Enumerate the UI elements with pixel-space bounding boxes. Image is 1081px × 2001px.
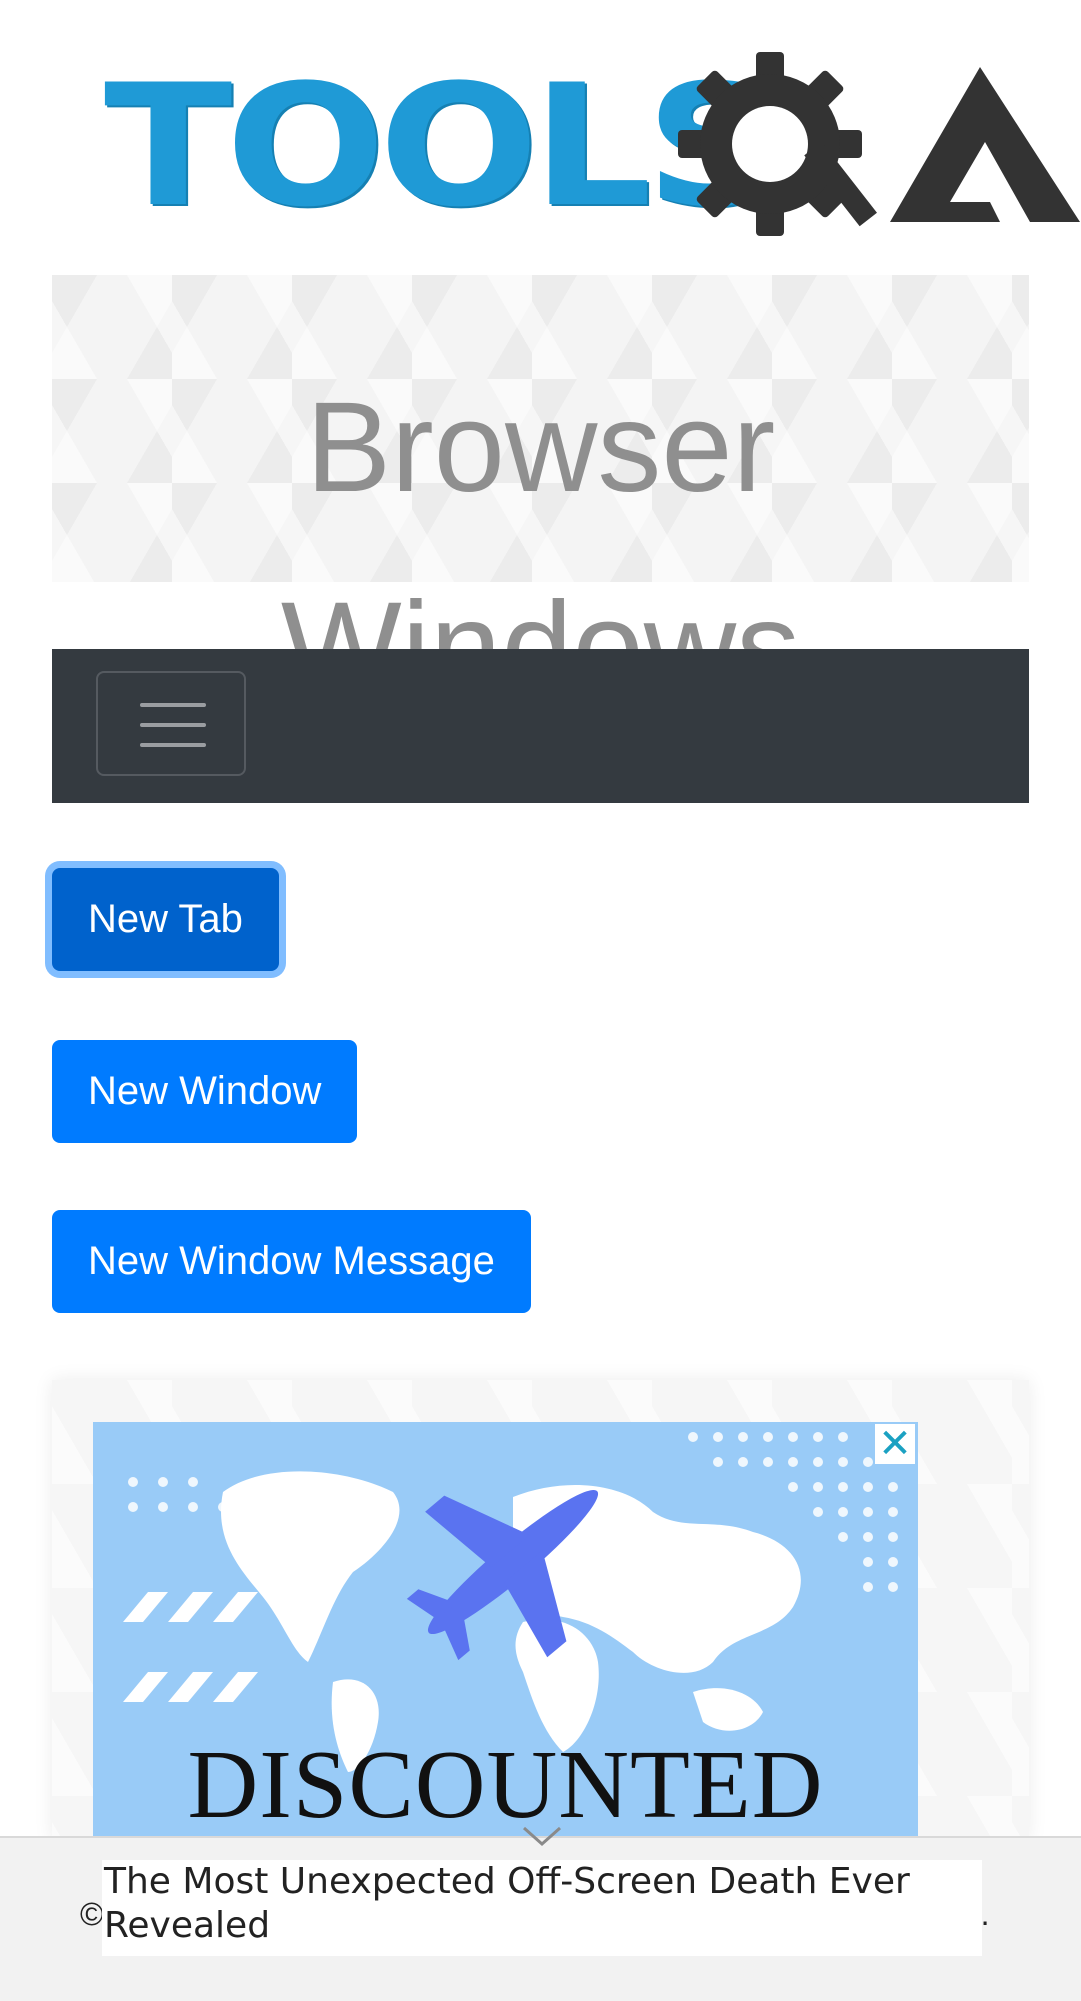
copyright-symbol: © <box>80 1896 104 1932</box>
navbar <box>52 649 1029 803</box>
ad-close-icon[interactable]: ✕ <box>875 1424 915 1464</box>
ad-headline: DISCOUNTED <box>187 1731 824 1839</box>
footer-ad-link[interactable]: The Most Unexpected Off-Screen Death Eve… <box>102 1860 982 1956</box>
gear-magnifier-icon <box>678 52 877 236</box>
hamburger-menu-icon-bar <box>140 723 206 727</box>
new-window-button[interactable]: New Window <box>52 1040 358 1143</box>
new-tab-button[interactable]: New Tab <box>52 868 279 971</box>
chevron-down-icon[interactable] <box>520 1820 564 1850</box>
hamburger-menu-icon-bar <box>140 743 206 747</box>
site-logo[interactable]: TOOLS <box>100 44 1080 254</box>
new-window-message-button[interactable]: New Window Message <box>52 1210 531 1313</box>
hamburger-menu-icon <box>140 703 206 707</box>
logo-letter-a <box>890 67 1080 222</box>
navbar-toggler-button[interactable] <box>96 671 246 776</box>
